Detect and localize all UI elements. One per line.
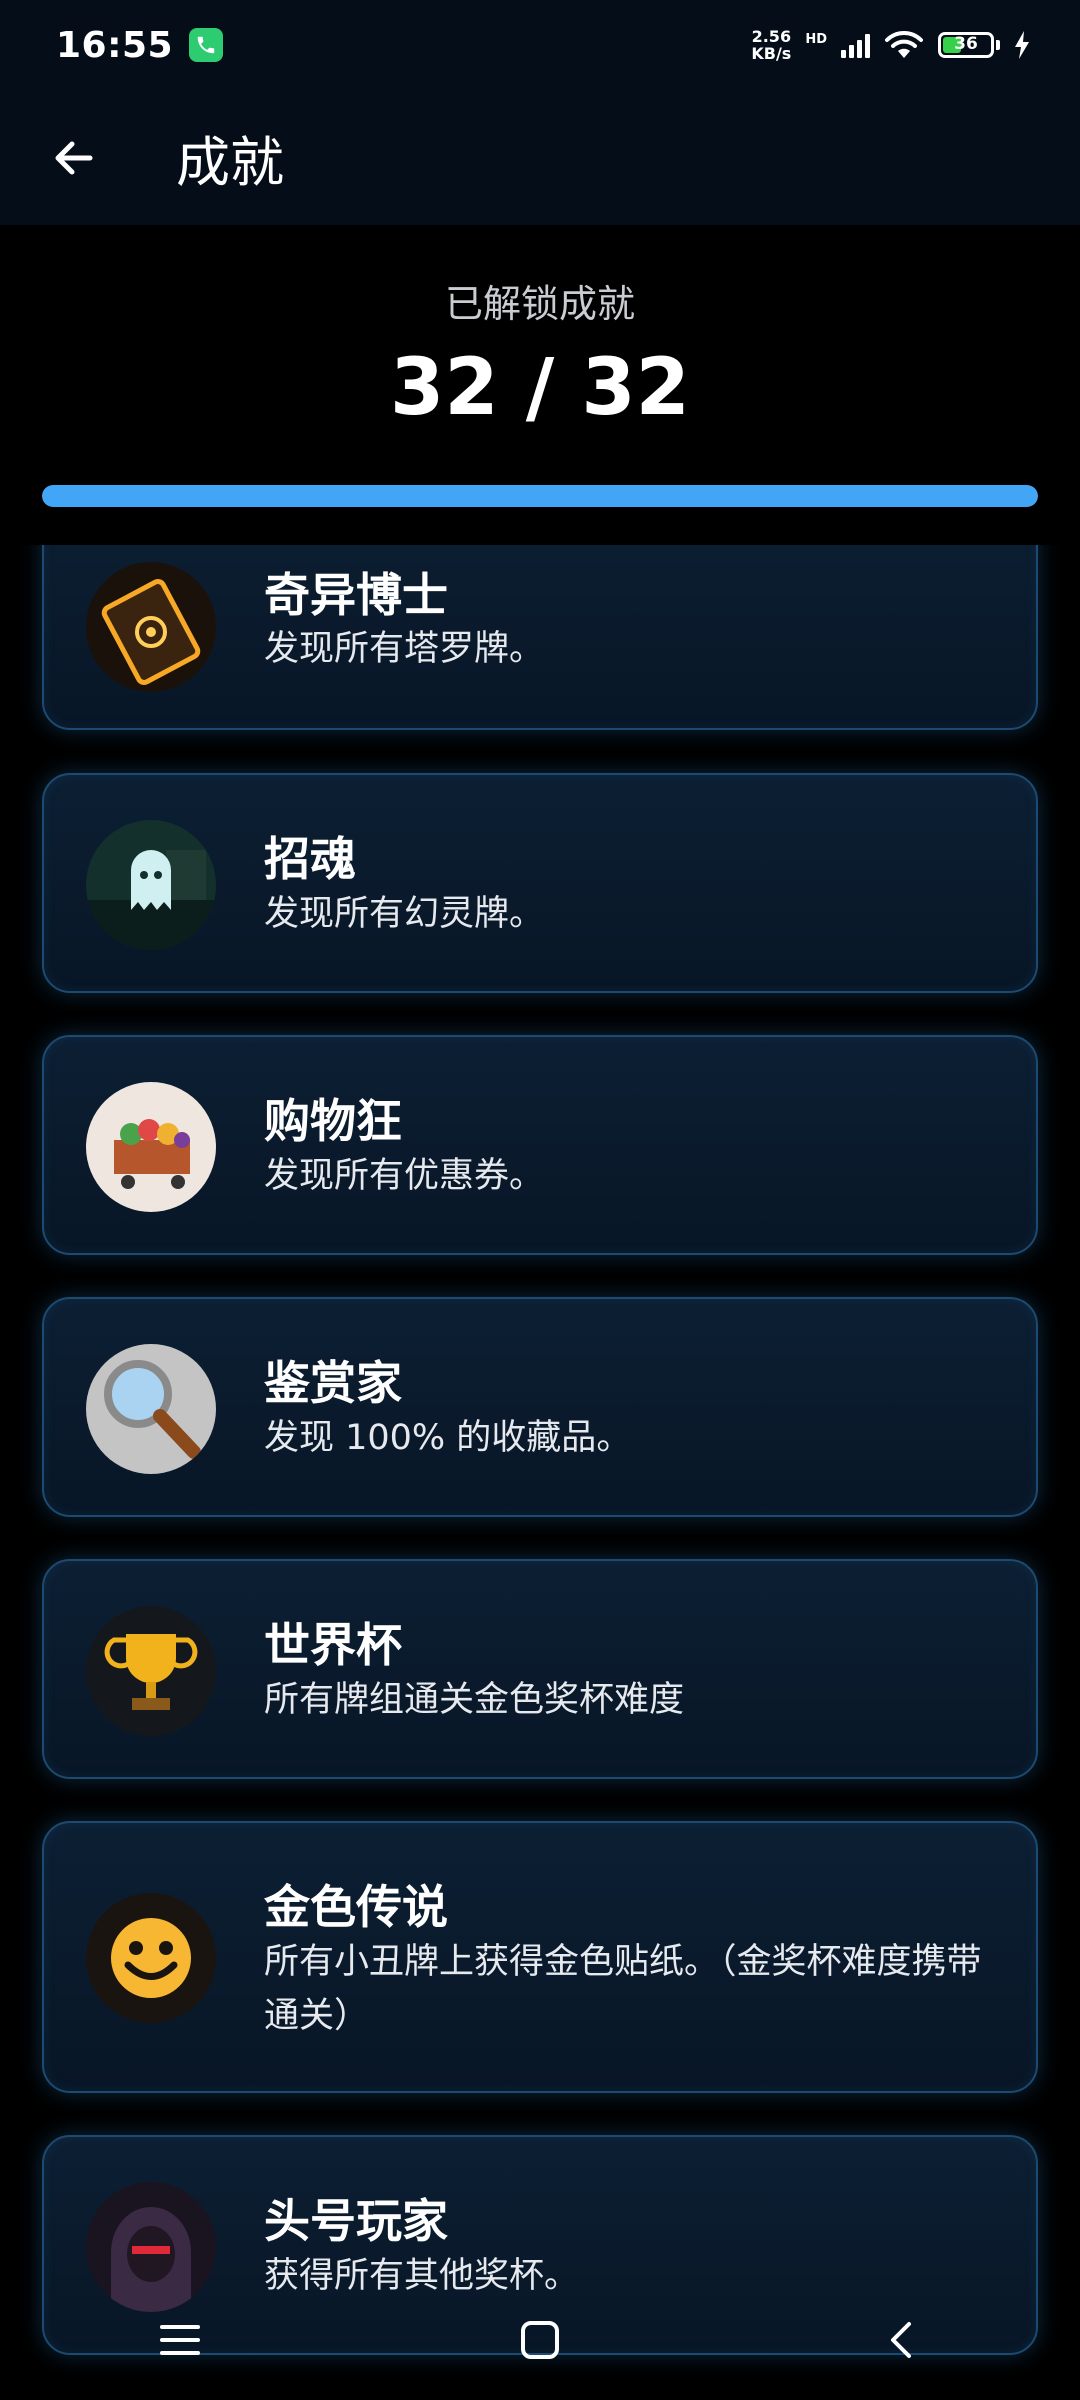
status-time: 16:55 xyxy=(56,24,174,66)
home-button[interactable] xyxy=(500,2305,580,2375)
system-nav-bar xyxy=(0,2300,1080,2380)
achievement-description: 获得所有其他奖杯。 xyxy=(264,2256,580,2296)
ghost-icon xyxy=(86,820,216,950)
trophy-icon xyxy=(86,1606,216,1736)
achievement-card[interactable]: 世界杯 所有牌组通关金色奖杯难度 xyxy=(42,1559,1038,1779)
achievement-title: 世界杯 xyxy=(264,1618,402,1672)
achievement-description: 发现所有塔罗牌。 xyxy=(264,629,545,669)
charging-bolt-icon xyxy=(1015,31,1029,59)
arrow-left-icon xyxy=(55,141,93,174)
menu-icon xyxy=(160,2325,200,2355)
square-icon xyxy=(521,2321,559,2359)
phone-call-icon xyxy=(189,28,224,62)
status-indicators: 2.56 KB/s HD 36 xyxy=(751,28,1030,62)
achievement-title: 鉴赏家 xyxy=(264,1356,402,1410)
achievement-card[interactable]: 鉴赏家 发现 100% 的收藏品。 xyxy=(42,1297,1038,1517)
achievement-list[interactable]: 奇异博士 发现所有塔罗牌。 招魂 发现所有幻灵牌。 购物狂 发现所有优惠券。 鉴… xyxy=(0,545,1080,2400)
achievement-card[interactable]: 奇异博士 发现所有塔罗牌。 xyxy=(42,545,1038,730)
achievement-card[interactable]: 购物狂 发现所有优惠券。 xyxy=(42,1035,1038,1255)
progress-fill xyxy=(42,485,1038,507)
chevron-left-icon xyxy=(891,2322,911,2358)
network-speed-value: 2.56 xyxy=(751,27,792,46)
recent-apps-button[interactable] xyxy=(140,2305,220,2375)
achievement-description: 所有小丑牌上获得金色贴纸。（金奖杯难度携带通关） xyxy=(264,1942,982,2036)
achievement-card[interactable]: 金色传说 所有小丑牌上获得金色贴纸。（金奖杯难度携带通关） xyxy=(42,1821,1038,2093)
app-bar: 成就 xyxy=(0,90,1080,225)
shopping-cart-icon xyxy=(86,1082,216,1212)
achievement-title: 购物狂 xyxy=(264,1094,402,1148)
tarot-card-icon xyxy=(86,562,216,692)
unlocked-count: 32 / 32 xyxy=(390,343,690,433)
battery-icon: 36 xyxy=(938,32,994,58)
page-title: 成就 xyxy=(176,131,284,194)
achievement-title: 头号玩家 xyxy=(264,2194,448,2248)
progress-bar xyxy=(42,485,1038,507)
golden-joker-icon xyxy=(86,1893,216,2023)
achievement-description: 发现所有优惠券。 xyxy=(264,1156,545,1196)
hooded-player-icon xyxy=(86,2182,216,2312)
hd-label: HD xyxy=(805,32,827,47)
achievement-title: 金色传说 xyxy=(264,1880,448,1934)
battery-level: 36 xyxy=(954,34,978,54)
back-button[interactable] xyxy=(34,118,114,198)
achievement-card[interactable]: 招魂 发现所有幻灵牌。 xyxy=(42,773,1038,993)
achievement-description: 所有牌组通关金色奖杯难度 xyxy=(264,1680,685,1720)
wifi-icon xyxy=(885,30,923,58)
achievement-title: 奇异博士 xyxy=(264,568,448,622)
system-back-button[interactable] xyxy=(860,2305,940,2375)
achievement-description: 发现 100% 的收藏品。 xyxy=(264,1418,632,1458)
magnifier-icon xyxy=(86,1344,216,1474)
network-speed-unit: KB/s xyxy=(751,44,792,63)
cell-signal-icon xyxy=(841,32,870,58)
achievement-description: 发现所有幻灵牌。 xyxy=(264,894,545,934)
achievement-summary: 已解锁成就 32 / 32 xyxy=(0,225,1080,545)
unlocked-label: 已解锁成就 xyxy=(444,282,635,326)
network-speed: 2.56 KB/s xyxy=(751,28,791,62)
status-bar: 16:55 2.56 KB/s HD 36 xyxy=(0,0,1080,90)
achievement-title: 招魂 xyxy=(264,832,356,886)
